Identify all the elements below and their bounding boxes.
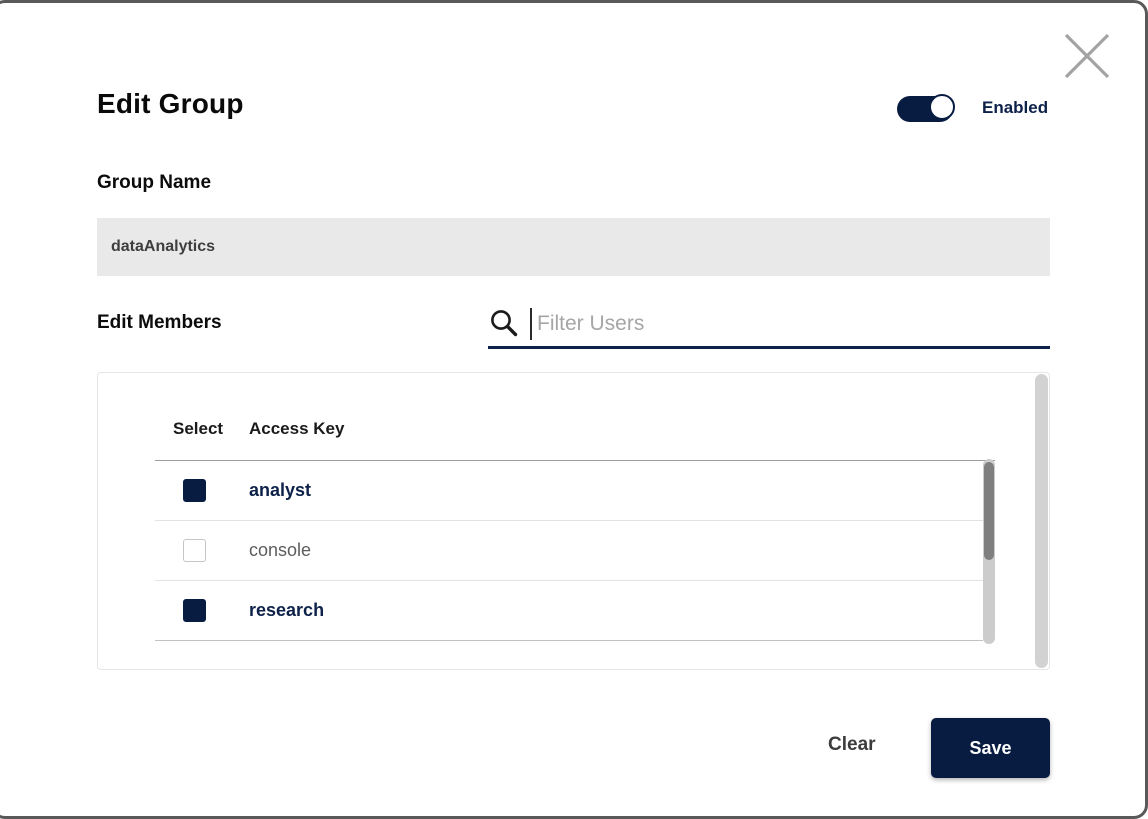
group-name-value: dataAnalytics bbox=[111, 238, 215, 256]
toggle-label: Enabled bbox=[982, 98, 1048, 118]
save-button[interactable]: Save bbox=[931, 718, 1050, 778]
members-list-scrollbar[interactable] bbox=[983, 459, 995, 644]
search-icon bbox=[489, 308, 519, 338]
member-row: research bbox=[155, 581, 983, 641]
edit-members-label: Edit Members bbox=[97, 312, 222, 334]
group-name-input: dataAnalytics bbox=[97, 218, 1050, 276]
filter-input-underline bbox=[488, 346, 1050, 349]
member-row: analyst bbox=[155, 461, 983, 521]
close-icon bbox=[1062, 69, 1112, 84]
member-rows: analyst console research bbox=[155, 461, 983, 641]
member-access-key: analyst bbox=[249, 480, 311, 501]
member-access-key: research bbox=[249, 600, 324, 621]
members-table: Select Access Key analyst console resear… bbox=[97, 372, 1050, 670]
text-cursor bbox=[530, 308, 532, 340]
member-checkbox[interactable] bbox=[183, 539, 206, 562]
column-header-access-key: Access Key bbox=[249, 419, 344, 439]
filter-users-input[interactable] bbox=[537, 305, 1042, 343]
table-scrollbar[interactable] bbox=[1035, 374, 1048, 668]
member-access-key: console bbox=[249, 540, 311, 561]
members-list-scrollbar-thumb[interactable] bbox=[984, 462, 994, 560]
edit-group-dialog: Edit Group Enabled Group Name dataAnalyt… bbox=[0, 0, 1148, 819]
clear-button[interactable]: Clear bbox=[820, 728, 884, 762]
enabled-toggle[interactable] bbox=[897, 96, 953, 122]
column-header-select: Select bbox=[173, 419, 223, 439]
member-row: console bbox=[155, 521, 983, 581]
close-button[interactable] bbox=[1062, 31, 1112, 81]
member-checkbox[interactable] bbox=[183, 599, 206, 622]
toggle-thumb-icon bbox=[929, 94, 955, 120]
member-checkbox[interactable] bbox=[183, 479, 206, 502]
group-name-label: Group Name bbox=[97, 172, 211, 194]
dialog-title: Edit Group bbox=[97, 88, 244, 120]
